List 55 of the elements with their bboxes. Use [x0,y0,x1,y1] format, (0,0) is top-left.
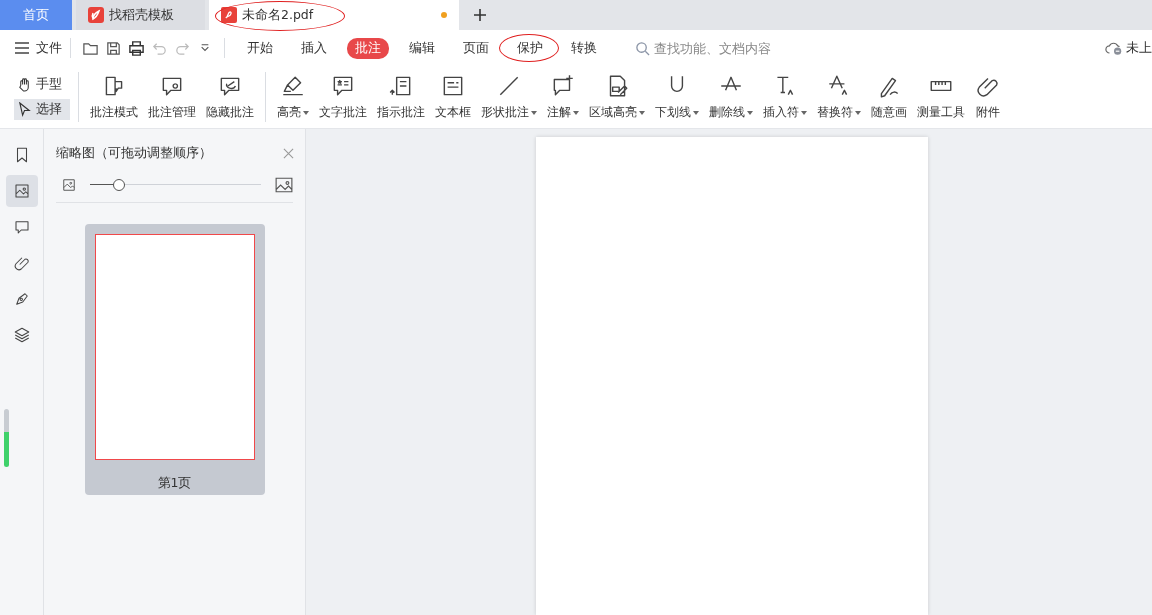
sidebar-tool-icon [12,182,31,200]
slider-thumb[interactable] [113,179,126,191]
save-icon[interactable] [105,39,122,57]
sidebar-tool-icon [12,218,31,236]
ribbon-tab[interactable]: 批注 [347,37,389,59]
toolbar-button[interactable]: 隐藏批注 [201,73,259,121]
sidebar-tool-icon [12,254,31,272]
ribbon-tab[interactable]: 编辑 [401,37,443,59]
file-menu-button[interactable]: 文件 [14,39,62,57]
ribbon-tab[interactable]: 插入 [293,37,335,59]
toolbar-button[interactable]: 删除线 [704,73,758,121]
cloud-icon[interactable] [1105,40,1123,56]
toolbar-button[interactable]: 附件 [970,73,1006,121]
search-field[interactable]: 查找功能、文档内容 [652,39,936,57]
ribbon-tab[interactable]: 页面 [455,37,497,59]
page-thumbnail[interactable]: 第1页 [84,224,265,495]
toolbar-button[interactable]: 随意画 [866,73,912,121]
leaf-logo-icon [88,7,104,23]
toolbar-button[interactable]: 文字批注 [314,73,372,121]
image-icon[interactable] [275,176,293,194]
document-tab[interactable]: 找稻壳模板 [76,0,205,30]
dropdown-icon[interactable] [200,43,210,53]
cursor-icon [17,102,32,117]
mode-button[interactable]: 手型 [14,74,70,95]
cloud-status-label: 未上 [1126,39,1152,57]
hand-icon [17,77,32,92]
toolbar-button[interactable]: 替换符 [812,73,866,121]
toolbar-button[interactable]: 批注模式 [85,73,143,121]
ribbon-tab[interactable]: 转换 [563,37,605,59]
toolbar-button[interactable]: 文本框 [430,73,476,121]
document-tab[interactable]: 未命名2.pdf [209,0,459,30]
toolbar-button[interactable]: 区域高亮 [584,73,650,121]
ribbon-tab[interactable]: 开始 [239,37,281,59]
image-icon[interactable] [62,178,76,192]
pdf-icon [221,7,237,23]
toolbar-button[interactable]: 下划线 [650,73,704,121]
plus-icon [473,8,487,22]
toolbar-button[interactable]: 形状批注 [476,73,542,121]
tab-label: 找稻壳模板 [109,6,174,24]
toolbar-button[interactable]: 高亮 [272,73,314,121]
search-icon [635,40,650,56]
panel-title: 缩略图（可拖动调整顺序） [55,145,212,162]
sidebar-tool-icon [12,326,31,344]
toolbar-button[interactable]: 测量工具 [912,73,970,121]
toolbar-button[interactable]: 指示批注 [372,73,430,121]
scroll-indicator [4,409,9,467]
toolbar-button[interactable]: 注解 [542,73,584,121]
tab-label: 未命名2.pdf [242,6,314,24]
print-icon[interactable] [128,39,145,57]
tab-label: 首页 [23,6,49,24]
mode-button[interactable]: 选择 [14,99,70,120]
toolbar-button[interactable]: 插入符 [758,73,812,121]
menu-icon [14,40,30,56]
ribbon-tab[interactable]: 保护 [509,37,551,59]
toolbar-button[interactable]: 批注管理 [143,73,201,121]
